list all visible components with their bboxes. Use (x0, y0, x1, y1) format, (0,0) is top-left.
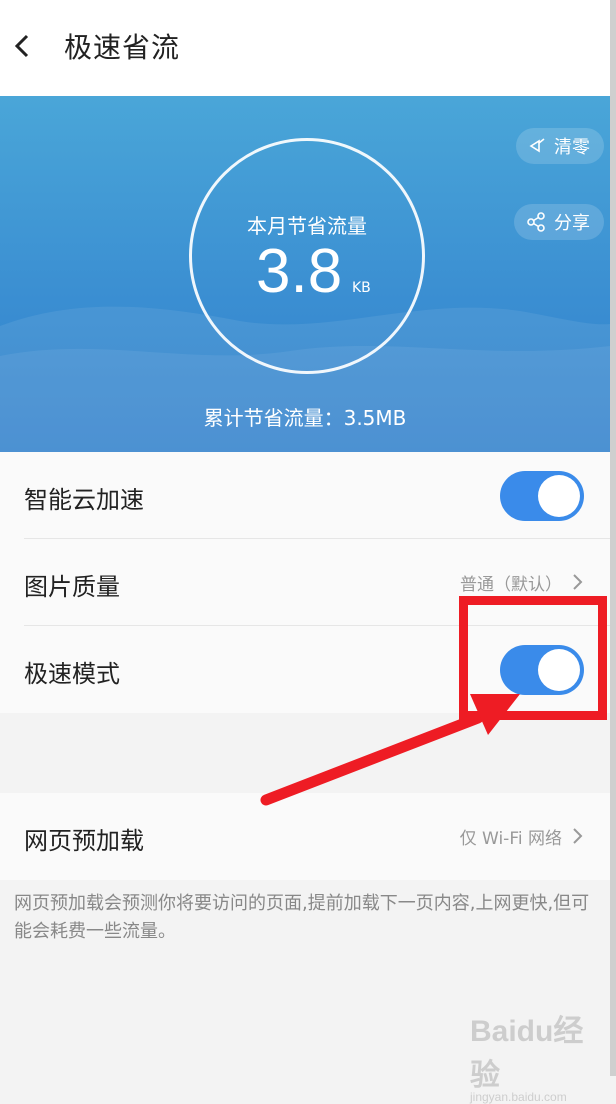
watermark-url: jingyan.baidu.com (470, 1090, 567, 1104)
watermark-main: Baidu经验 (470, 1015, 584, 1092)
watermark: Baidu经验 jingyan.baidu.com (470, 1006, 590, 1104)
annotation-arrow-icon (260, 694, 520, 806)
